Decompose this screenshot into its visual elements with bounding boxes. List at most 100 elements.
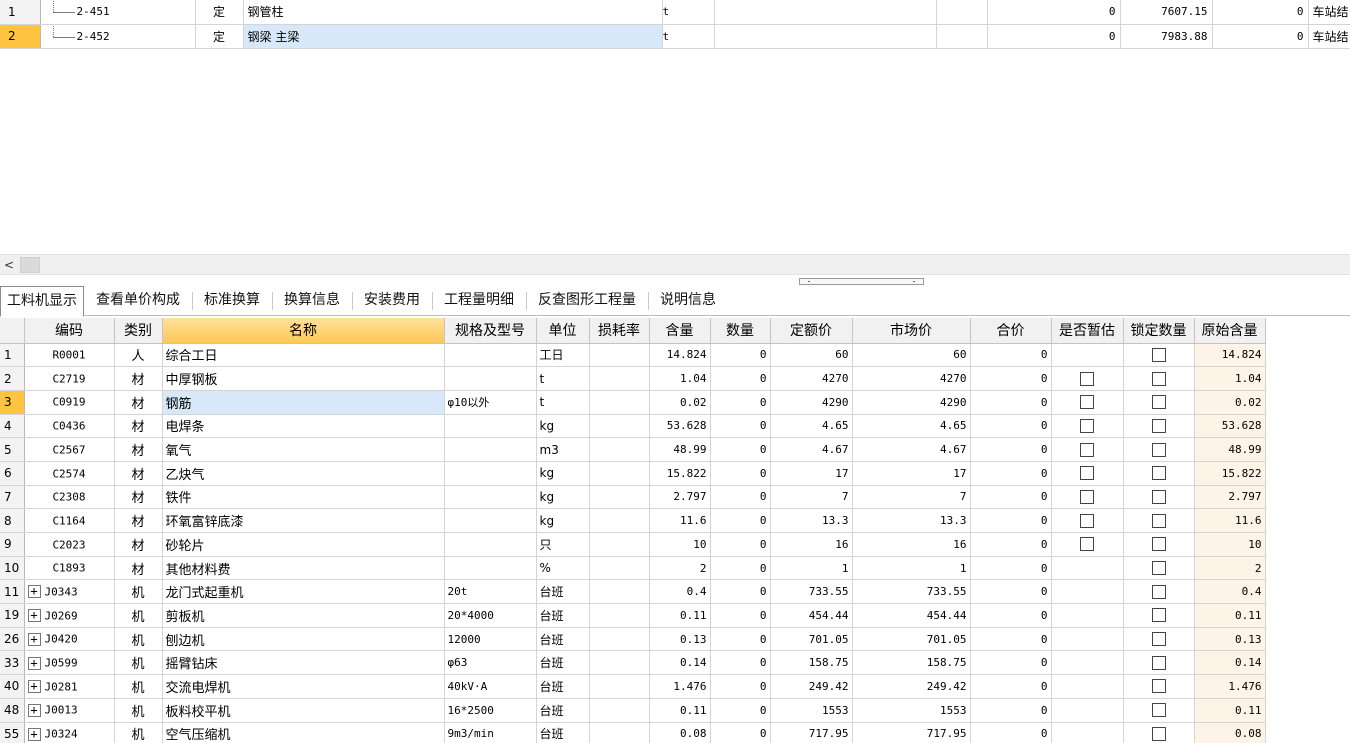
resource-code-cell[interactable]: + J0013 bbox=[24, 698, 115, 723]
resource-name[interactable]: 空气压缩机 bbox=[162, 722, 445, 743]
resource-name[interactable]: 其他材料费 bbox=[162, 556, 445, 581]
resource-content[interactable]: 0.11 bbox=[649, 698, 711, 723]
quota-col6[interactable] bbox=[714, 0, 937, 25]
estimate-cell[interactable] bbox=[1051, 627, 1124, 652]
resource-quantity[interactable]: 0 bbox=[710, 461, 771, 486]
resource-unit[interactable]: 台班 bbox=[536, 650, 590, 676]
resource-quota-price[interactable]: 1553 bbox=[770, 698, 853, 723]
resource-quantity[interactable]: 0 bbox=[710, 603, 771, 628]
row-number[interactable]: 10 bbox=[0, 556, 25, 581]
lock-checkbox-icon[interactable] bbox=[1151, 655, 1166, 670]
lock-cell[interactable] bbox=[1123, 390, 1195, 415]
resource-row[interactable]: 11 + J0343 机龙门式起重机 20t 台班 0.4 0 733.55 733.55 0 0.4 bbox=[0, 579, 1266, 605]
resource-market-price[interactable]: 717.95 bbox=[852, 722, 971, 743]
quota-quantity[interactable]: 0 bbox=[987, 24, 1121, 49]
tab-0[interactable]: 工料机显示 bbox=[0, 286, 84, 317]
resource-type[interactable]: 材 bbox=[114, 437, 163, 462]
resource-quota-price[interactable]: 17 bbox=[770, 461, 853, 486]
resource-spec[interactable] bbox=[444, 556, 537, 581]
resource-quota-price[interactable]: 60 bbox=[770, 343, 853, 368]
resource-name[interactable]: 板料校平机 bbox=[162, 698, 445, 723]
row-number[interactable]: 4 bbox=[0, 414, 25, 439]
resource-content[interactable]: 0.02 bbox=[649, 390, 711, 415]
resource-loss-rate[interactable] bbox=[589, 674, 650, 699]
resource-code-cell[interactable]: C2574 bbox=[24, 461, 115, 486]
resource-market-price[interactable]: 4290 bbox=[852, 390, 971, 415]
resource-name[interactable]: 剪板机 bbox=[162, 603, 445, 628]
resource-quantity[interactable]: 0 bbox=[710, 437, 771, 462]
resource-original-content[interactable]: 1.04 bbox=[1194, 366, 1266, 391]
header-original-content[interactable]: 原始含量 bbox=[1194, 318, 1266, 344]
resource-quota-price[interactable]: 13.3 bbox=[770, 508, 853, 533]
resource-spec[interactable] bbox=[444, 437, 537, 462]
resource-quantity[interactable]: 0 bbox=[710, 390, 771, 415]
resource-quota-price[interactable]: 4.65 bbox=[770, 414, 853, 439]
resource-quota-price[interactable]: 701.05 bbox=[770, 627, 853, 652]
resource-unit[interactable]: 台班 bbox=[536, 722, 590, 743]
resource-row[interactable]: 5 C2567 材氧气 m3 48.99 0 4.67 4.67 0 48.99 bbox=[0, 437, 1266, 462]
resource-code-cell[interactable]: C2567 bbox=[24, 437, 115, 462]
resource-total-price[interactable]: 0 bbox=[970, 627, 1052, 652]
resource-original-content[interactable]: 11.6 bbox=[1194, 508, 1266, 533]
resource-loss-rate[interactable] bbox=[589, 437, 650, 462]
row-number[interactable]: 2 bbox=[0, 24, 41, 49]
resource-content[interactable]: 10 bbox=[649, 532, 711, 557]
resource-quota-price[interactable]: 733.55 bbox=[770, 579, 853, 605]
resource-code-cell[interactable]: + J0324 bbox=[24, 722, 115, 743]
resource-content[interactable]: 11.6 bbox=[649, 508, 711, 533]
lock-checkbox-icon[interactable] bbox=[1151, 632, 1166, 647]
resource-type[interactable]: 材 bbox=[114, 366, 163, 391]
resource-quota-price[interactable]: 7 bbox=[770, 485, 853, 510]
row-number[interactable]: 5 bbox=[0, 437, 25, 462]
row-number[interactable]: 7 bbox=[0, 485, 25, 510]
estimate-cell[interactable] bbox=[1051, 722, 1124, 743]
header-code[interactable]: 编码 bbox=[24, 318, 115, 344]
resource-total-price[interactable]: 0 bbox=[970, 650, 1052, 676]
resource-total-price[interactable]: 0 bbox=[970, 532, 1052, 557]
lock-cell[interactable] bbox=[1123, 343, 1195, 368]
resource-quota-price[interactable]: 249.42 bbox=[770, 674, 853, 699]
resource-loss-rate[interactable] bbox=[589, 650, 650, 676]
resource-loss-rate[interactable] bbox=[589, 603, 650, 628]
lock-checkbox-icon[interactable] bbox=[1151, 726, 1166, 741]
estimate-cell[interactable] bbox=[1051, 366, 1124, 391]
row-number[interactable]: 8 bbox=[0, 508, 25, 533]
resource-original-content[interactable]: 0.08 bbox=[1194, 722, 1266, 743]
resource-loss-rate[interactable] bbox=[589, 722, 650, 743]
resource-spec[interactable] bbox=[444, 343, 537, 368]
lock-checkbox-icon[interactable] bbox=[1151, 537, 1166, 552]
estimate-cell[interactable] bbox=[1051, 674, 1124, 699]
resource-total-price[interactable]: 0 bbox=[970, 366, 1052, 391]
resource-content[interactable]: 0.11 bbox=[649, 603, 711, 628]
resource-original-content[interactable]: 0.13 bbox=[1194, 627, 1266, 652]
resource-code-cell[interactable]: R0001 bbox=[24, 343, 115, 368]
plus-expand-icon[interactable]: + bbox=[27, 656, 41, 670]
resource-unit[interactable]: kg bbox=[536, 461, 590, 486]
resource-row[interactable]: 55 + J0324 机空气压缩机 9m3/min 台班 0.08 0 717.95 717.95… bbox=[0, 722, 1266, 743]
resource-type[interactable]: 机 bbox=[114, 722, 163, 743]
resource-row[interactable]: 19 + J0269 机剪板机 20*4000 台班 0.11 0 454.44 454.44 0 0… bbox=[0, 603, 1266, 628]
resource-unit[interactable]: 只 bbox=[536, 532, 590, 557]
plus-expand-icon[interactable]: + bbox=[27, 680, 41, 694]
resource-quota-price[interactable]: 16 bbox=[770, 532, 853, 557]
resource-quantity[interactable]: 0 bbox=[710, 674, 771, 699]
resource-content[interactable]: 1.476 bbox=[649, 674, 711, 699]
resource-unit[interactable]: 台班 bbox=[536, 698, 590, 723]
resource-code-cell[interactable]: + J0269 bbox=[24, 603, 115, 628]
lock-cell[interactable] bbox=[1123, 437, 1195, 462]
resource-spec[interactable] bbox=[444, 414, 537, 439]
resource-row[interactable]: 1 R0001 人综合工日 工日 14.824 0 60 60 0 14.824 bbox=[0, 343, 1266, 368]
estimate-checkbox-icon[interactable] bbox=[1080, 489, 1094, 504]
resource-total-price[interactable]: 0 bbox=[970, 674, 1052, 699]
resource-spec[interactable]: 9m3/min bbox=[444, 722, 537, 743]
row-number[interactable]: 2 bbox=[0, 366, 25, 391]
resource-row[interactable]: 48 + J0013 机板料校平机 16*2500 台班 0.11 0 1553 1553 0 0.1… bbox=[0, 698, 1266, 723]
resource-original-content[interactable]: 0.14 bbox=[1194, 650, 1266, 676]
resource-total-price[interactable]: 0 bbox=[970, 414, 1052, 439]
lock-cell[interactable] bbox=[1123, 508, 1195, 533]
resource-market-price[interactable]: 13.3 bbox=[852, 508, 971, 533]
resource-row[interactable]: 6 C2574 材乙炔气 kg 15.822 0 17 17 0 15.822 bbox=[0, 461, 1266, 486]
resource-row[interactable]: 9 C2023 材砂轮片只 10 0 16 16 0 10 bbox=[0, 532, 1266, 557]
resource-name[interactable]: 刨边机 bbox=[162, 627, 445, 652]
resource-spec[interactable] bbox=[444, 461, 537, 486]
